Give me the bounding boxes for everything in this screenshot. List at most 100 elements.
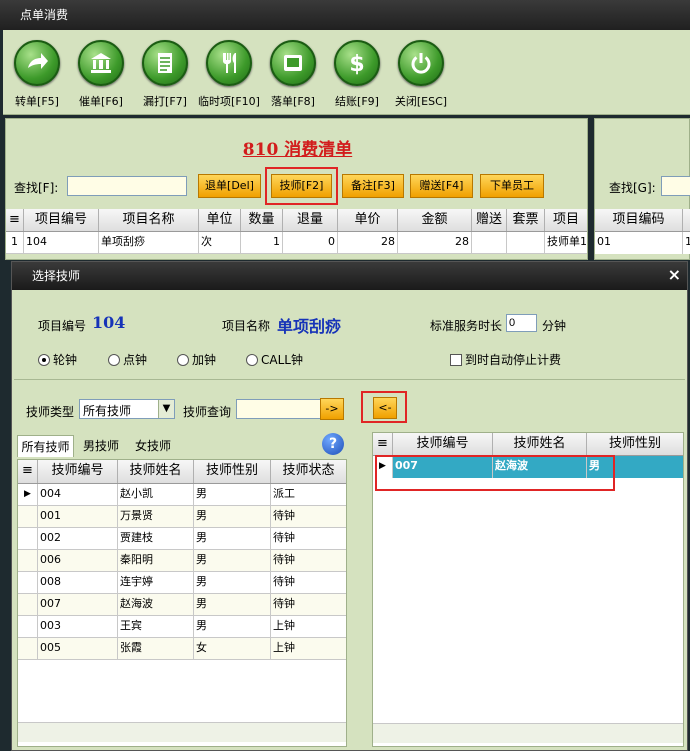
transfer-order-button[interactable]: 转单[F5] [5,40,69,109]
cell-sex: 女 [194,638,271,659]
dollar-icon: $ [349,52,364,76]
row-indicator [18,572,38,593]
item-name-value: 单项刮痧 [277,317,342,336]
cell-no: 008 [38,572,118,593]
missed-print-button[interactable]: 漏打[F7] [133,40,197,109]
window-title-bar: 点单消费 [0,0,690,30]
selected-row-highlight [375,455,615,491]
cell-status: 上钟 [273,619,295,632]
cell-sex: 男 [194,594,271,615]
close-icon[interactable]: × [668,265,681,284]
select-technician-dialog: 选择技师 × 项目编号 104 项目名称 单项刮痧 标准服务时长 分钟 轮钟 点… [11,261,688,751]
radio-appointed[interactable]: 点钟 [108,351,147,368]
technician-button[interactable]: 技师[F2] [271,174,332,198]
item-panel: 查找[G]: 项目编码 01 1 [594,118,690,260]
bank-icon [91,53,111,73]
remove-arrow-button[interactable]: <- [373,397,397,419]
tab-male-technicians[interactable]: 男技师 [77,435,125,457]
cell-name: 贾建枝 [118,528,194,549]
close-button[interactable]: 关闭[ESC] [389,40,453,109]
table-row[interactable]: 007 赵海波男待钟 [18,594,346,616]
table-row[interactable]: 002 贾建枝男待钟 [18,528,346,550]
dialog-title: 选择技师 [32,269,81,283]
cell-status: 派工 [273,487,295,500]
list-icon: ≡ [18,460,38,483]
duration-input[interactable] [506,314,537,332]
cell-sex: 男 [194,484,271,505]
item-code-value: 104 [92,313,126,332]
order-title: 810 消费清单 [242,140,353,160]
search-input[interactable] [67,176,187,196]
row-pointer-icon: ▶ [18,484,38,505]
tab-all-technicians[interactable]: 所有技师 [17,435,74,457]
auto-stop-checkbox[interactable]: 到时自动停止计费 [450,351,561,368]
question-icon[interactable]: ? [322,433,344,455]
technician-tabs: 所有技师 男技师 女技师 [17,435,352,458]
radio-extra[interactable]: 加钟 [177,351,216,368]
cell-sex: 男 [194,506,271,527]
toolbar: 转单[F5] 催单[F6] 漏打[F7] 临时项[F10] 落单[F8] $ 结… [3,30,690,115]
tech-type-select[interactable]: 所有技师 ▼ [79,399,175,419]
urge-order-button[interactable]: 催单[F6] [69,40,133,109]
cell-sex: 男 [194,550,271,571]
radio-call[interactable]: CALL钟 [246,351,303,368]
tab-female-technicians[interactable]: 女技师 [129,435,177,457]
radio-rotation[interactable]: 轮钟 [38,351,77,368]
clipboard-icon [284,55,302,71]
table-row[interactable]: 003 王宾男上钟 [18,616,346,638]
utensils-icon [223,53,236,73]
gift-button[interactable]: 赠送[F4] [410,174,473,198]
cell-status: 待钟 [273,553,295,566]
cell-sex: 男 [194,572,271,593]
table-row[interactable]: 006 秦阳明男待钟 [18,550,346,572]
row-indicator [18,594,38,615]
cell-name: 赵小凯 [118,484,194,505]
temp-item-button[interactable]: 临时项[F10] [197,40,261,109]
cell-name: 连宇婷 [118,572,194,593]
table-row[interactable]: 1 104 单项刮痧 次 1 0 28 28 技师单1 [6,232,587,254]
table-row[interactable]: ▶ 004 赵小凯男派工 [18,484,346,506]
order-staff-button[interactable]: 下单员工 [480,174,544,198]
place-order-button[interactable]: 落单[F8] [261,40,325,109]
item-search-input[interactable] [661,176,690,196]
cell-status: 上钟 [273,641,295,654]
remark-button[interactable]: 备注[F3] [342,174,404,198]
refund-button[interactable]: 退单[Del] [198,174,261,198]
table-row[interactable]: 005 张霞女上钟 [18,638,346,660]
order-table-header: ≡ 项目编号 项目名称 单位 数量 退量 单价 金额 赠送 套票 项目 [6,209,587,232]
cell-name: 王宾 [118,616,194,637]
horizontal-scrollbar[interactable] [18,722,346,742]
order-panel: 810 消费清单 查找[F]: 退单[Del] 技师[F2] 备注[F3] 赠送… [5,118,588,260]
horizontal-scrollbar[interactable] [373,723,683,743]
cell-sex: 男 [194,616,271,637]
list-icon: ≡ [373,433,393,455]
table-row[interactable]: 01 1 [595,232,690,254]
svg-text:$: $ [349,52,364,76]
table-row[interactable]: 001 万景贤男待钟 [18,506,346,528]
row-indicator [18,616,38,637]
cell-no: 001 [38,506,118,527]
cell-name: 赵海波 [118,594,194,615]
document-icon [158,53,172,73]
selected-technician-list: ≡ 技师编号 技师姓名 技师性别 ▶ 007 赵海波 男 [372,432,684,747]
row-indicator [18,638,38,659]
cell-status: 待钟 [273,531,295,544]
cell-status: 待钟 [273,509,295,522]
row-indicator [18,528,38,549]
checkout-button[interactable]: $ 结账[F9] [325,40,389,109]
cell-no: 007 [38,594,118,615]
cell-no: 006 [38,550,118,571]
list-icon: ≡ [6,209,24,231]
duration-unit: 分钟 [542,319,567,333]
add-arrow-button[interactable]: -> [320,398,344,420]
cell-no: 004 [38,484,118,505]
cell-name: 秦阳明 [118,550,194,571]
cell-name: 万景贤 [118,506,194,527]
table-row[interactable]: 008 连宇婷男待钟 [18,572,346,594]
arrow-right-icon [28,53,48,69]
technician-list: ≡ 技师编号 技师姓名 技师性别 技师状态 ▶ 004 赵小凯男派工 001 万景贤男待… [17,459,347,747]
cell-status: 待钟 [273,575,295,588]
tech-query-input[interactable] [236,399,321,419]
row-indicator [18,506,38,527]
item-code-label: 项目编号 [38,319,87,333]
